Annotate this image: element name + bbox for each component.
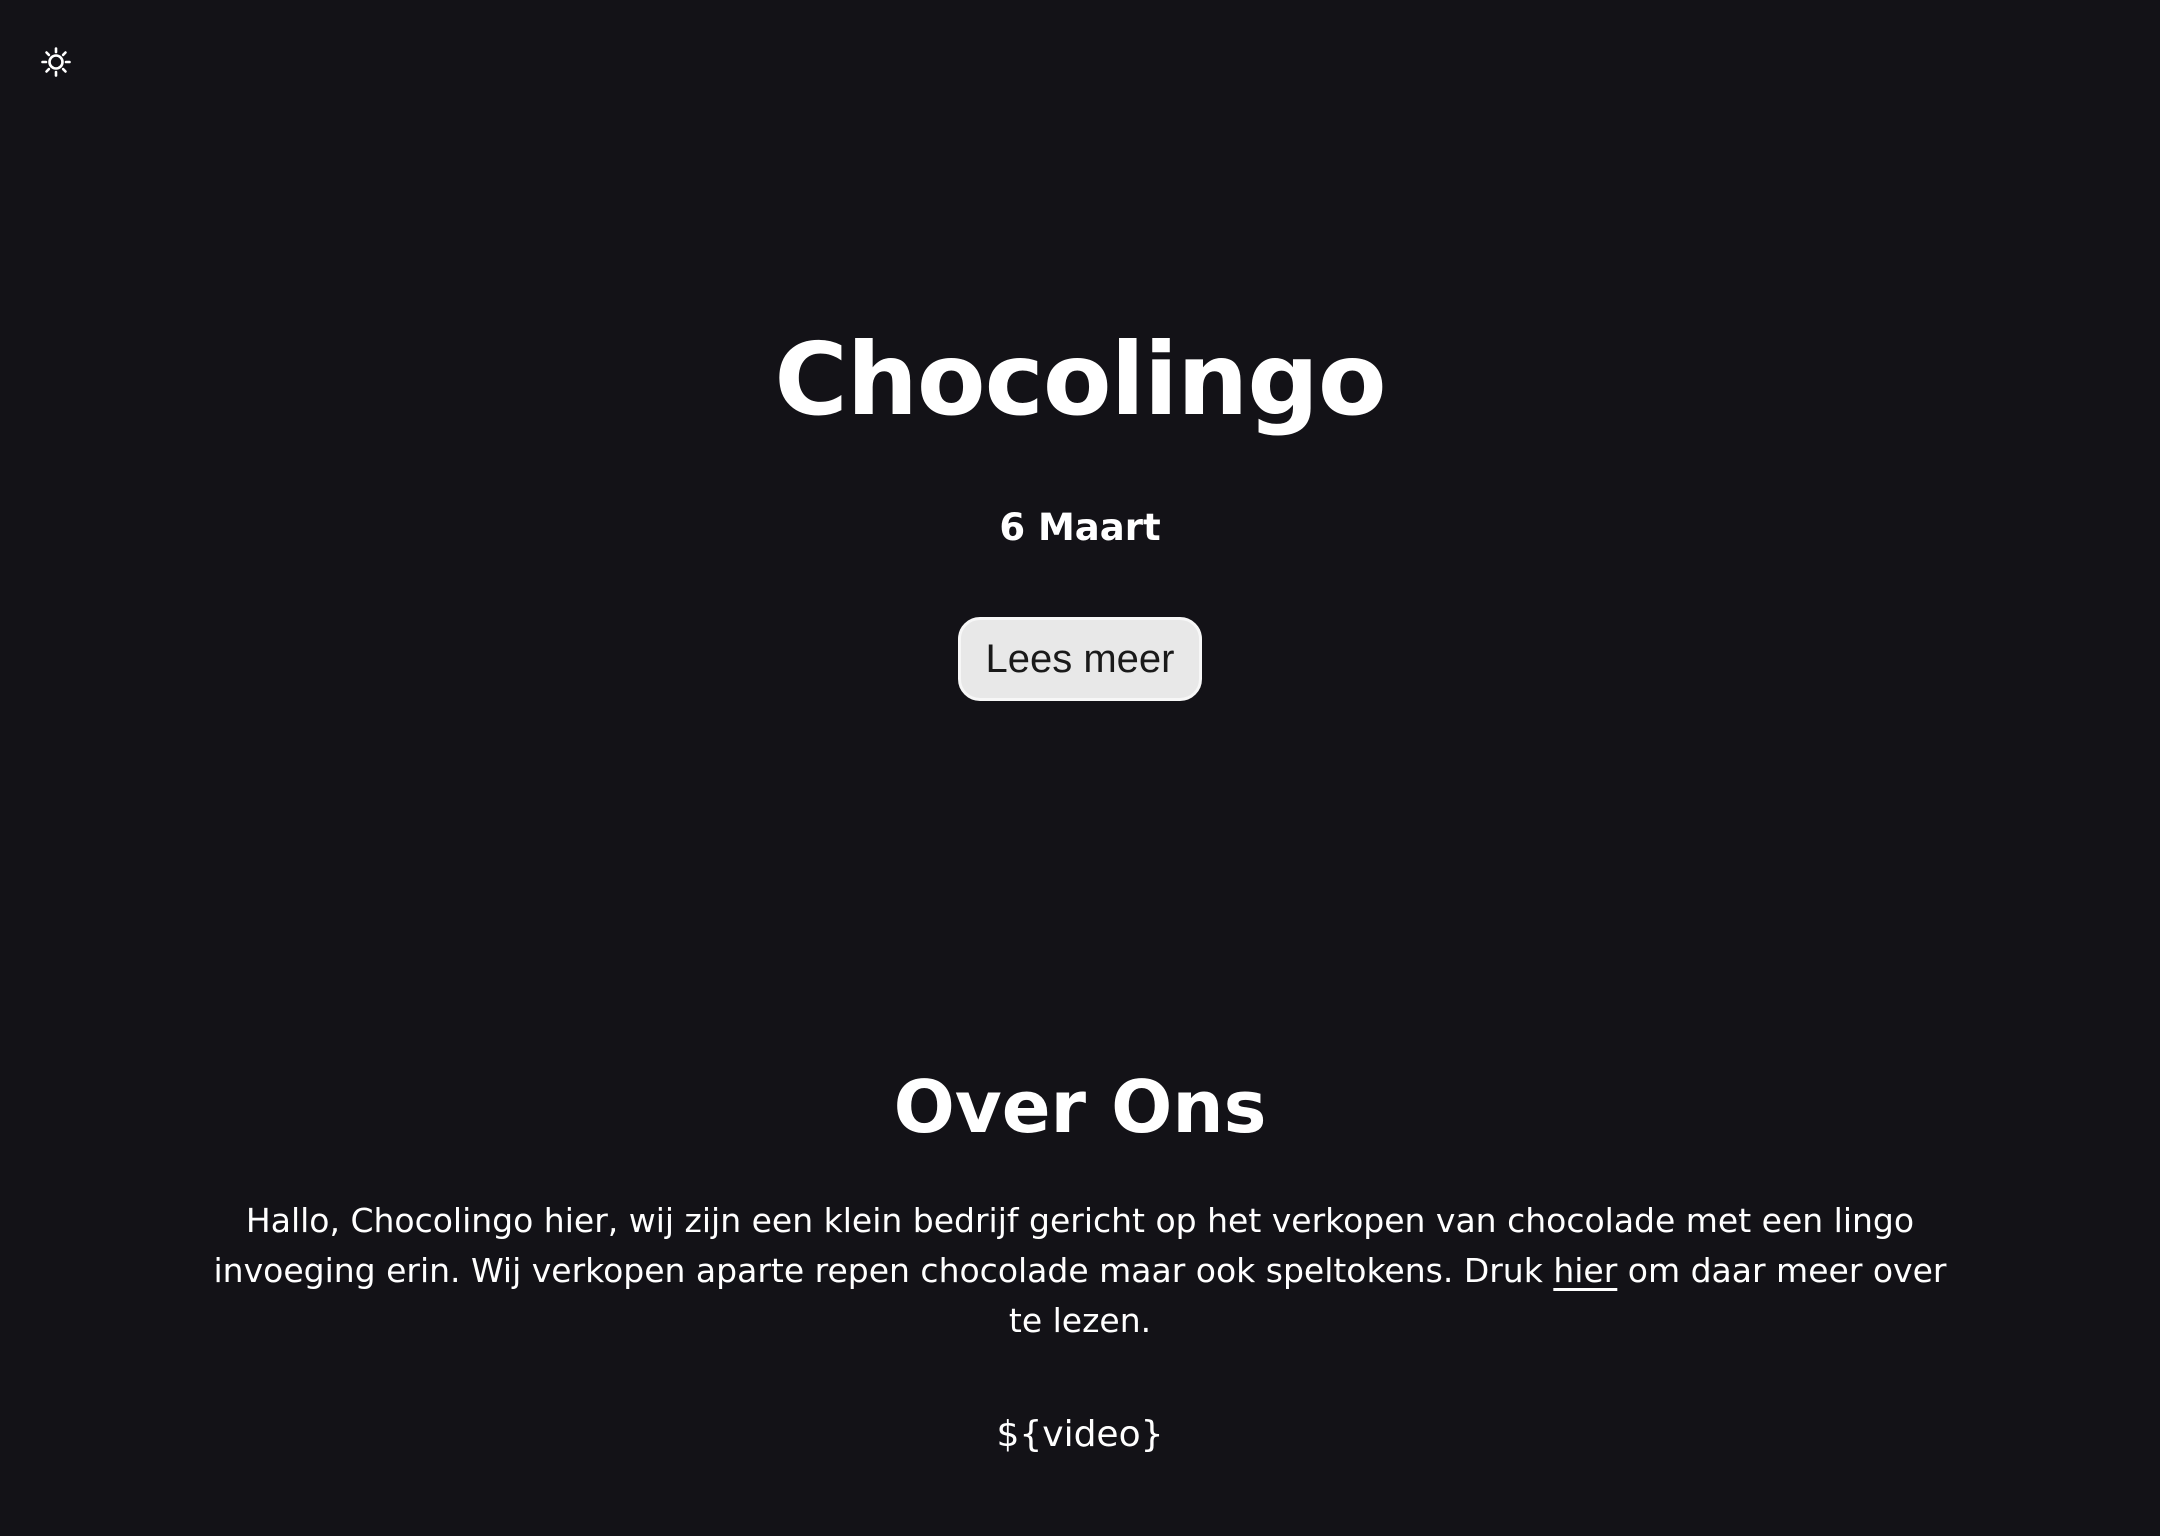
theme-toggle-button[interactable] (40, 46, 72, 78)
video-placeholder: ${video} (996, 1414, 1164, 1455)
sun-icon (41, 47, 71, 77)
read-more-link[interactable]: hier (1553, 1251, 1617, 1290)
about-heading: Over Ons (893, 1065, 1267, 1149)
hero-date: 6 Maart (999, 506, 1161, 549)
about-text: Hallo, Chocolingo hier, wij zijn een kle… (200, 1196, 1960, 1346)
read-more-button[interactable]: Lees meer (958, 617, 1202, 701)
hero-title: Chocolingo (774, 321, 1386, 438)
